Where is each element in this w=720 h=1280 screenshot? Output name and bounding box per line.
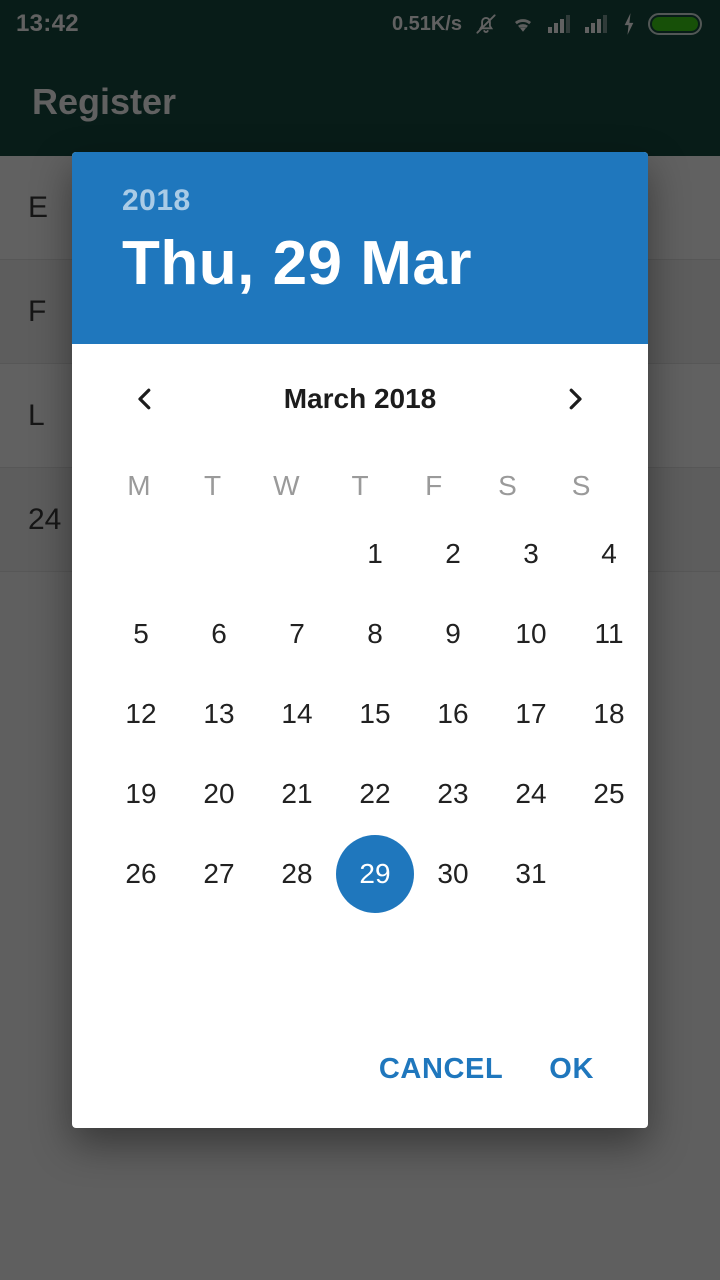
calendar-day-8[interactable]: 8 xyxy=(336,594,414,674)
calendar-day-label: 26 xyxy=(125,858,157,889)
calendar-day-21[interactable]: 21 xyxy=(258,754,336,834)
calendar-day-label: 25 xyxy=(593,778,625,809)
chevron-left-icon[interactable] xyxy=(118,372,172,426)
calendar-day-12[interactable]: 12 xyxy=(102,674,180,754)
calendar-day-18[interactable]: 18 xyxy=(570,674,648,754)
calendar-day-label: 4 xyxy=(601,538,617,569)
calendar-day-label: 17 xyxy=(515,698,547,729)
calendar-day-2[interactable]: 2 xyxy=(414,514,492,594)
calendar-day-label: 11 xyxy=(594,618,624,649)
calendar-day-label xyxy=(570,835,648,913)
weekday-label: F xyxy=(425,470,443,501)
calendar-day-label: 22 xyxy=(359,778,391,809)
calendar-day-label: 3 xyxy=(523,538,539,569)
calendar-day-10[interactable]: 10 xyxy=(492,594,570,674)
calendar-day-empty xyxy=(258,514,336,594)
calendar-day-label xyxy=(180,515,258,593)
calendar-day-6[interactable]: 6 xyxy=(180,594,258,674)
calendar-day-label: 10 xyxy=(515,618,547,649)
date-picker-header: 2018 Thu, 29 Mar xyxy=(72,152,648,344)
calendar-day-label xyxy=(102,515,180,593)
calendar-day-20[interactable]: 20 xyxy=(180,754,258,834)
calendar-day-15[interactable]: 15 xyxy=(336,674,414,754)
weekday-label: T xyxy=(204,470,222,501)
calendar-day-label: 5 xyxy=(133,618,149,649)
chevron-right-icon[interactable] xyxy=(548,372,602,426)
calendar-day-label: 12 xyxy=(125,698,157,729)
weekday-header-row: M T W T F S S xyxy=(102,458,618,514)
calendar-day-9[interactable]: 9 xyxy=(414,594,492,674)
calendar-day-label: 18 xyxy=(593,698,625,729)
ok-button[interactable]: OK xyxy=(543,1043,600,1096)
calendar-day-label: 7 xyxy=(289,618,305,649)
cancel-button[interactable]: CANCEL xyxy=(373,1043,509,1096)
weekday-label: M xyxy=(127,470,151,501)
calendar-day-29[interactable]: 29 xyxy=(336,834,414,914)
selected-year-label[interactable]: 2018 xyxy=(122,186,598,216)
calendar-day-13[interactable]: 13 xyxy=(180,674,258,754)
selected-date-label[interactable]: Thu, 29 Mar xyxy=(122,229,598,298)
calendar-day-1[interactable]: 1 xyxy=(336,514,414,594)
calendar-day-label: 16 xyxy=(437,698,469,729)
calendar-day-4[interactable]: 4 xyxy=(570,514,648,594)
month-year-label[interactable]: March 2018 xyxy=(284,383,437,415)
calendar-day-label: 24 xyxy=(515,778,547,809)
month-navigation: March 2018 xyxy=(102,344,618,454)
calendar-day-label: 1 xyxy=(367,538,383,569)
calendar-body: March 2018 M T W T F S S 1 2 3 4 5 6 7 8 9 10 11 12… xyxy=(72,344,648,1020)
calendar-day-label: 21 xyxy=(281,778,313,809)
calendar-day-label: 30 xyxy=(437,858,469,889)
calendar-day-label: 9 xyxy=(445,618,461,649)
calendar-day-label: 31 xyxy=(515,858,547,889)
weekday-label: W xyxy=(273,470,300,501)
calendar-day-label: 2 xyxy=(445,538,461,569)
date-picker-dialog: 2018 Thu, 29 Mar March 2018 M T W T F S xyxy=(72,152,648,1128)
weekday-label: S xyxy=(571,470,591,501)
calendar-day-label: 8 xyxy=(367,618,383,649)
calendar-day-label: 29 xyxy=(336,835,414,913)
calendar-day-label: 14 xyxy=(281,698,313,729)
calendar-day-7[interactable]: 7 xyxy=(258,594,336,674)
calendar-day-25[interactable]: 25 xyxy=(570,754,648,834)
calendar-day-31[interactable]: 31 xyxy=(492,834,570,914)
calendar-day-label: 28 xyxy=(281,858,313,889)
calendar-day-28[interactable]: 28 xyxy=(258,834,336,914)
calendar-day-27[interactable]: 27 xyxy=(180,834,258,914)
calendar-day-24[interactable]: 24 xyxy=(492,754,570,834)
calendar-day-label: 27 xyxy=(203,858,235,889)
calendar-day-3[interactable]: 3 xyxy=(492,514,570,594)
calendar-day-label: 20 xyxy=(203,778,235,809)
calendar-day-5[interactable]: 5 xyxy=(102,594,180,674)
calendar-day-16[interactable]: 16 xyxy=(414,674,492,754)
calendar-day-label: 19 xyxy=(125,778,157,809)
calendar-day-empty xyxy=(570,834,648,914)
calendar-day-22[interactable]: 22 xyxy=(336,754,414,834)
calendar-day-label: 13 xyxy=(203,698,235,729)
calendar-day-label: 15 xyxy=(359,698,391,729)
calendar-day-label: 23 xyxy=(437,778,469,809)
calendar-day-23[interactable]: 23 xyxy=(414,754,492,834)
calendar-day-label xyxy=(258,515,336,593)
calendar-day-empty xyxy=(102,514,180,594)
calendar-day-label: 6 xyxy=(211,618,227,649)
calendar-day-30[interactable]: 30 xyxy=(414,834,492,914)
weekday-label: T xyxy=(351,470,369,501)
calendar-day-14[interactable]: 14 xyxy=(258,674,336,754)
calendar-day-11[interactable]: 11 xyxy=(570,594,648,674)
dialog-action-bar: CANCEL OK xyxy=(72,1020,648,1128)
calendar-day-17[interactable]: 17 xyxy=(492,674,570,754)
calendar-day-19[interactable]: 19 xyxy=(102,754,180,834)
calendar-day-26[interactable]: 26 xyxy=(102,834,180,914)
calendar-day-empty xyxy=(180,514,258,594)
calendar-date-grid: 1 2 3 4 5 6 7 8 9 10 11 12 13 14 15 16 17 18 19 20 21 22 23 24 2… xyxy=(102,514,625,914)
weekday-label: S xyxy=(498,470,517,501)
